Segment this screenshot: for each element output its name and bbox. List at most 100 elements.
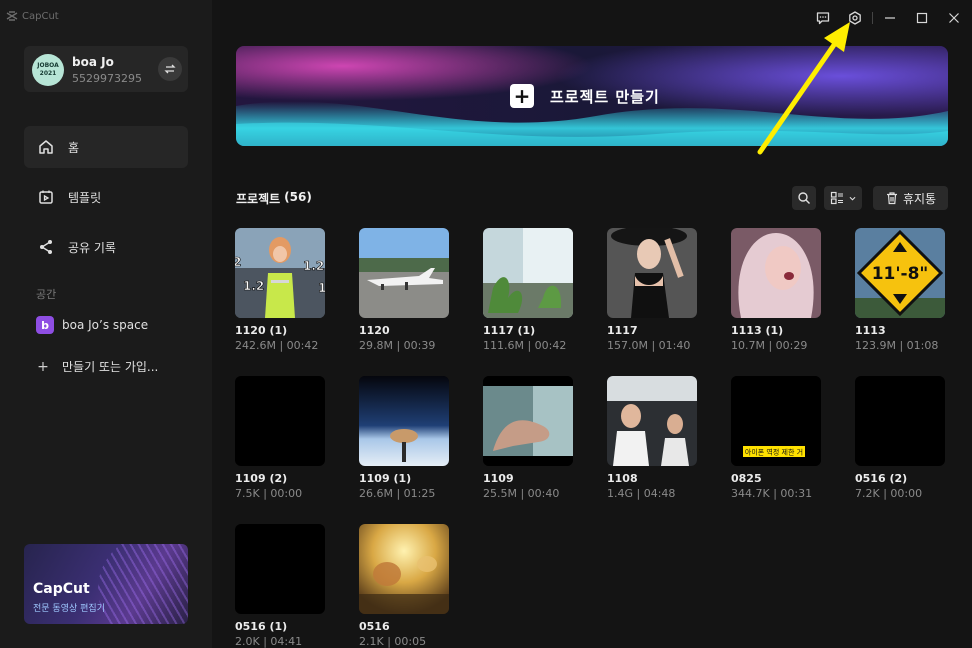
sidebar-item-template[interactable]: 템플릿 [24, 176, 188, 218]
svg-text:1.2: 1.2 [243, 279, 264, 293]
svg-text:11'-8": 11'-8" [872, 264, 929, 284]
project-card[interactable]: 1109 25.5M | 00:40 [483, 376, 573, 500]
sidebar-item-home[interactable]: 홈 [24, 126, 188, 168]
plus-icon: + [37, 358, 49, 375]
thumbnail-image: 11'-8" [855, 228, 945, 318]
project-title: 1108 [607, 472, 638, 485]
project-title: 1113 (1) [731, 324, 784, 337]
chevron-down-icon [849, 196, 855, 201]
close-button[interactable] [944, 8, 964, 28]
project-thumbnail: 11'-8" [855, 228, 945, 318]
thumbnail-image [359, 376, 449, 466]
project-card[interactable]: 0516 (2) 7.2K | 00:00 [855, 376, 945, 500]
promo-title: CapCut [33, 581, 90, 597]
projects-label: 프로젝트 [236, 192, 281, 206]
thumbnail-image [359, 228, 449, 318]
project-card[interactable]: 1117 157.0M | 01:40 [607, 228, 697, 352]
project-card[interactable]: 아이폰 역정 제한 거 0825 344.7K | 00:31 [731, 376, 821, 500]
space-name: boa Jo’s space [62, 318, 149, 332]
feedback-icon [816, 12, 830, 25]
view-mode-dropdown[interactable] [824, 186, 862, 210]
project-thumbnail [235, 376, 325, 466]
settings-button[interactable] [845, 8, 865, 28]
svg-text:2: 2 [235, 255, 241, 269]
app-logo: CapCut [6, 10, 59, 22]
project-title: 0516 (2) [855, 472, 908, 485]
thumbnail-image: 1.2 1.2 2 1 [235, 228, 325, 318]
join-label: 만들기 또는 가입... [62, 360, 159, 374]
feedback-button[interactable] [813, 8, 833, 28]
project-card[interactable]: 1113 (1) 10.7M | 00:29 [731, 228, 821, 352]
sidebar-item-label: 템플릿 [68, 190, 102, 205]
project-meta: 2.0K | 04:41 [235, 635, 303, 648]
project-thumbnail [483, 376, 573, 466]
project-thumbnail: 아이폰 역정 제한 거 [731, 376, 821, 466]
project-thumbnail [855, 376, 945, 466]
project-meta: 29.8M | 00:39 [359, 339, 436, 352]
project-thumbnail [607, 376, 697, 466]
svg-text:1: 1 [318, 281, 325, 295]
project-meta: 25.5M | 00:40 [483, 487, 560, 500]
capcut-logo-icon [6, 11, 18, 21]
create-or-join-space-button[interactable]: + 만들기 또는 가입... [36, 358, 158, 375]
project-card[interactable]: 0516 2.1K | 00:05 [359, 524, 449, 648]
project-thumbnail [483, 228, 573, 318]
grid-view-icon [830, 191, 843, 205]
project-title: 1109 (2) [235, 472, 288, 485]
project-meta: 157.0M | 01:40 [607, 339, 691, 352]
trash-button[interactable]: 휴지통 [873, 186, 948, 210]
switch-account-button[interactable] [158, 57, 182, 81]
project-meta: 10.7M | 00:29 [731, 339, 808, 352]
project-meta: 123.9M | 01:08 [855, 339, 939, 352]
project-title: 1120 [359, 324, 390, 337]
project-thumbnail: 1.2 1.2 2 1 [235, 228, 325, 318]
user-name: boa Jo [72, 55, 114, 69]
space-section-label: 공간 [36, 288, 57, 301]
space-badge: b [36, 316, 54, 334]
create-project-banner[interactable]: + 프로젝트 만들기 [236, 46, 948, 146]
svg-text:1.2: 1.2 [303, 259, 324, 273]
create-project-label: 프로젝트 만들기 [550, 87, 660, 106]
sidebar-item-label: 공유 기록 [68, 240, 116, 255]
project-meta: 7.2K | 00:00 [855, 487, 923, 500]
project-meta: 7.5K | 00:00 [235, 487, 303, 500]
user-card[interactable]: JOBOA 2021 boa Jo 5529973295 [24, 46, 188, 92]
create-project-cta[interactable]: + 프로젝트 만들기 [510, 84, 660, 108]
project-thumbnail [359, 376, 449, 466]
toolbar-divider [872, 12, 873, 24]
project-title: 1113 [855, 324, 886, 337]
thumbnail-image [483, 376, 573, 466]
plus-icon: + [510, 84, 534, 108]
project-card[interactable]: 1.2 1.2 2 1 1120 (1) 242.6M | 00:42 [235, 228, 325, 352]
search-icon [798, 192, 810, 204]
svg-text:아이폰 역정 제한 거: 아이폰 역정 제한 거 [745, 448, 803, 457]
search-button[interactable] [792, 186, 816, 210]
project-card[interactable]: 1109 (1) 26.6M | 01:25 [359, 376, 449, 500]
promo-banner[interactable]: CapCut 전문 동영상 편집기 [24, 544, 188, 624]
project-card[interactable]: 1108 1.4G | 04:48 [607, 376, 697, 500]
project-card[interactable]: 0516 (1) 2.0K | 04:41 [235, 524, 325, 648]
project-card[interactable]: 1120 29.8M | 00:39 [359, 228, 449, 352]
project-thumbnail [731, 228, 821, 318]
project-card[interactable]: 1109 (2) 7.5K | 00:00 [235, 376, 325, 500]
project-meta: 26.6M | 01:25 [359, 487, 436, 500]
space-item[interactable]: b boa Jo’s space [36, 316, 148, 334]
app-title: CapCut [22, 10, 59, 22]
project-card[interactable]: 1117 (1) 111.6M | 00:42 [483, 228, 573, 352]
trash-icon [886, 192, 897, 205]
project-card[interactable]: 11'-8" 1113 123.9M | 01:08 [855, 228, 945, 352]
share-icon [40, 240, 52, 254]
sidebar: CapCut JOBOA 2021 boa Jo 5529973295 홈 템플… [0, 0, 212, 648]
project-thumbnail [359, 228, 449, 318]
close-icon [949, 13, 959, 23]
project-title: 1120 (1) [235, 324, 288, 337]
maximize-button[interactable] [912, 8, 932, 28]
project-title: 1109 [483, 472, 514, 485]
thumbnail-image [607, 228, 697, 318]
settings-icon [849, 11, 861, 25]
project-meta: 2.1K | 00:05 [359, 635, 427, 648]
sidebar-item-share-history[interactable]: 공유 기록 [24, 226, 188, 268]
minimize-button[interactable] [880, 8, 900, 28]
thumbnail-image [607, 376, 697, 466]
projects-count: (56) [284, 190, 312, 204]
